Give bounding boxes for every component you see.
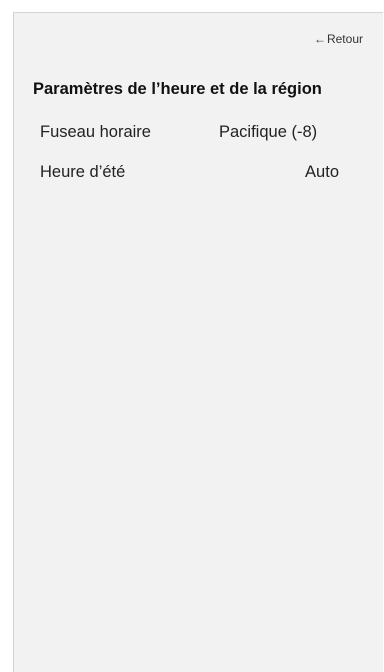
back-label: Retour [326,32,363,46]
daylight-saving-value: Auto [305,163,339,181]
time-zone-label: Fuseau horaire [40,123,151,141]
page-title: Paramètres de l’heure et de la région [33,80,322,98]
setting-row-daylight-saving[interactable]: Heure d’été Auto [40,163,353,189]
back-button[interactable]: ←Retour [314,32,363,46]
setting-row-time-zone[interactable]: Fuseau horaire Pacifique (-8) [40,123,353,149]
back-arrow-icon: ← [313,32,326,46]
settings-panel: ←Retour Paramètres de l’heure et de la r… [13,12,383,672]
daylight-saving-label: Heure d’été [40,163,126,181]
time-zone-value: Pacifique (-8) [219,123,318,141]
